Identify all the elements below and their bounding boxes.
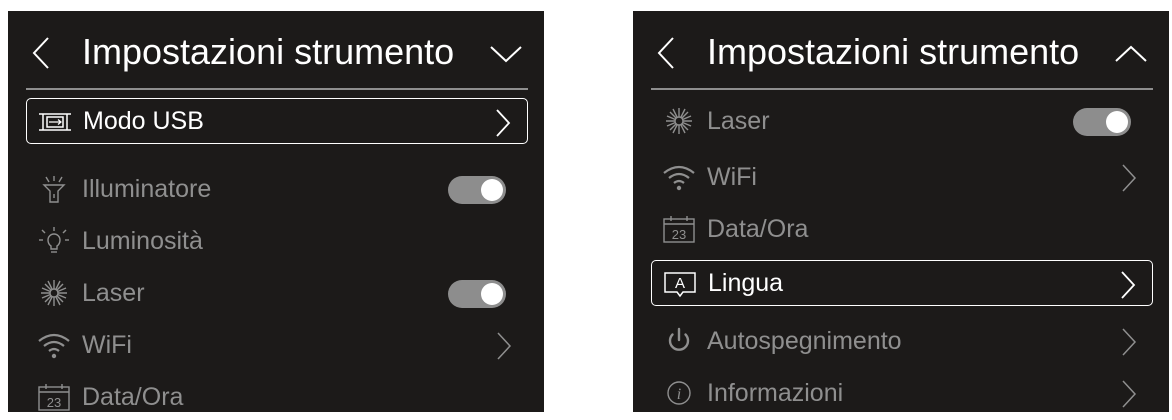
item-label: WiFi [707,163,757,191]
back-chevron-icon[interactable] [657,37,675,74]
menu-item-informazioni[interactable]: i Informazioni [651,370,1153,416]
svg-text:A: A [675,275,685,292]
svg-text:i: i [677,386,681,403]
brightness-bulb-icon [36,227,72,255]
chevron-right-icon [496,332,512,365]
menu-item-autospegnimento[interactable]: Autospegnimento [651,318,1153,364]
menu-item-laser[interactable]: Laser [26,270,528,316]
svg-text:23: 23 [47,395,61,410]
power-icon [661,327,697,355]
chevron-right-icon [1121,380,1137,413]
item-label: Luminosità [82,227,203,255]
wifi-icon [661,163,697,191]
header: Impostazioni strumento [633,11,1169,89]
illuminatore-toggle[interactable] [448,176,506,204]
chevron-right-icon [1121,328,1137,361]
chevron-up-icon[interactable] [1115,45,1147,68]
menu-item-wifi[interactable]: WiFi [651,154,1153,200]
item-label: Lingua [708,269,784,297]
menu-item-laser[interactable]: Laser [651,98,1153,144]
divider [651,88,1153,90]
page-title: Impostazioni strumento [707,31,1080,72]
menu-item-lingua[interactable]: A Lingua [651,260,1153,306]
divider [26,88,528,90]
item-label: Laser [707,107,770,135]
menu-item-illuminatore[interactable]: Illuminatore [26,166,528,212]
item-label: Data/Ora [707,215,809,243]
chevron-down-icon[interactable] [490,45,522,68]
toggle-knob [481,283,503,305]
chevron-right-icon [495,109,511,142]
back-chevron-icon[interactable] [32,37,50,74]
laser-icon [661,107,697,135]
laser-toggle[interactable] [1073,108,1131,136]
wifi-icon [36,331,72,359]
settings-panel-right: Impostazioni strumento Laser WiFi 23 Dat… [633,11,1169,412]
usb-icon [37,108,73,136]
item-label: Laser [82,279,145,307]
header: Impostazioni strumento [8,11,544,89]
language-icon: A [662,270,698,298]
calendar-icon: 23 [36,383,72,411]
menu-item-data-ora[interactable]: 23 Data/Ora [651,206,1153,252]
item-label: Informazioni [707,379,844,407]
info-icon: i [661,379,697,407]
svg-text:23: 23 [672,227,686,242]
page-title: Impostazioni strumento [82,31,455,72]
laser-icon [36,279,72,307]
toggle-knob [1106,111,1128,133]
menu-item-wifi[interactable]: WiFi [26,322,528,368]
laser-toggle[interactable] [448,280,506,308]
item-label: Data/Ora [82,383,184,411]
settings-panel-left: Impostazioni strumento Modo USB Illumina… [8,11,544,412]
chevron-right-icon [1120,271,1136,304]
menu-item-luminosita[interactable]: Luminosità [26,218,528,264]
item-label: Autospegnimento [707,327,902,355]
item-label: Illuminatore [82,175,212,203]
menu-item-data-ora[interactable]: 23 Data/Ora [26,374,528,420]
item-label: Modo USB [83,107,204,135]
chevron-right-icon [1121,164,1137,197]
calendar-icon: 23 [661,215,697,243]
toggle-knob [481,179,503,201]
flashlight-icon [36,175,72,203]
menu-item-modo-usb[interactable]: Modo USB [26,98,528,144]
item-label: WiFi [82,331,132,359]
